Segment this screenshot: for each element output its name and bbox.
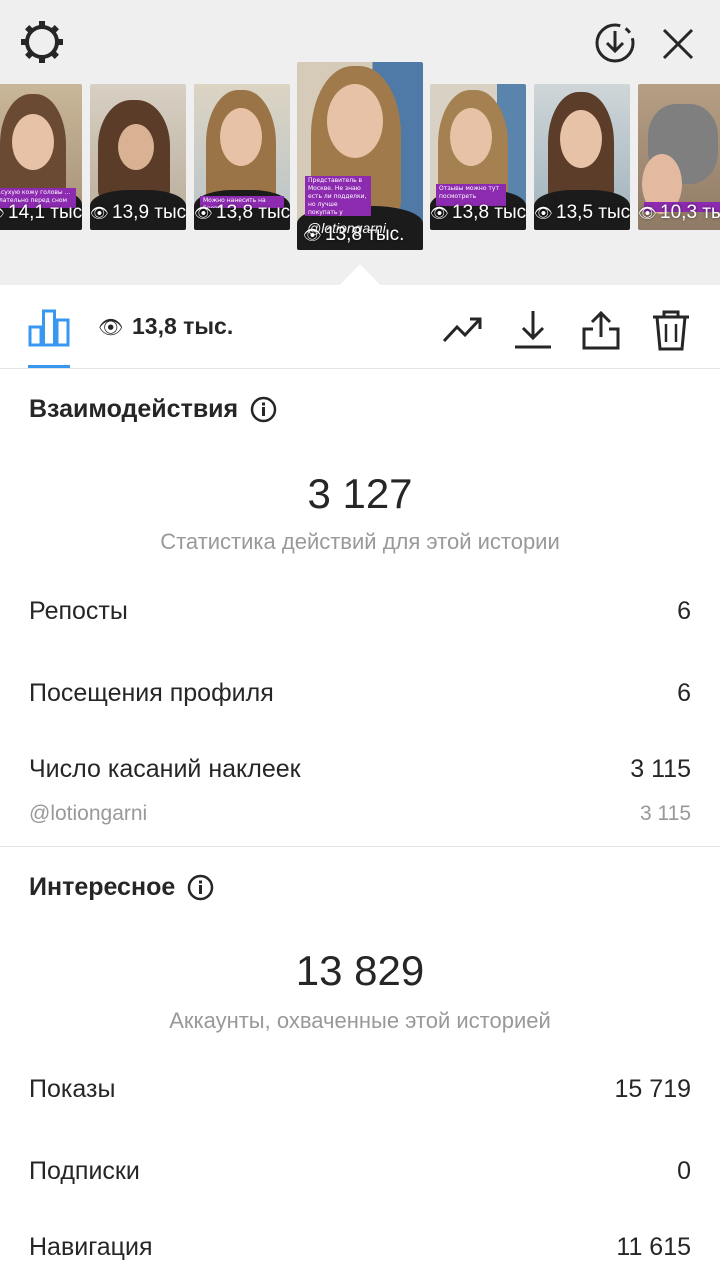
- thumbnail-views: 👁 13,8 тыс: [194, 202, 290, 223]
- settings-button[interactable]: [18, 18, 66, 66]
- story-thumbnail[interactable]: 👁 13,9 тыс: [90, 84, 186, 230]
- discovery-total: 13 829: [295, 947, 425, 994]
- download-icon: [515, 311, 551, 349]
- download-button[interactable]: [512, 309, 554, 351]
- story-thumbnail[interactable]: Можно нанесить на брови- … 👁13,8 тыс: [194, 84, 290, 230]
- bar-chart-icon: [28, 309, 70, 347]
- interactions-total: 3 127: [307, 470, 413, 517]
- stat-row-navigation: Навигация 11 615: [29, 1233, 691, 1262]
- story-thumbnails: …сухую кожу головы …плательно перед сном…: [0, 62, 720, 254]
- thumbnail-views: 👁10,3 тыс: [638, 202, 720, 223]
- stat-label: Посещения профиля: [29, 679, 274, 707]
- download-circle-icon: [595, 23, 635, 63]
- thumbnail-views: 👁 13,8 тыс: [430, 202, 526, 223]
- stat-label: Подписки: [29, 1157, 140, 1185]
- stat-row-sticker-taps: Число касаний наклеек 3 115: [29, 755, 691, 784]
- interactions-caption: Статистика действий для этой истории: [160, 529, 560, 554]
- views-count: 13,8 тыс.: [132, 313, 234, 339]
- thumbnail-views: 👁 13,9 тыс: [90, 202, 186, 223]
- story-thumbnail-active[interactable]: Представитель в Москве. Не знаю есть ли …: [297, 62, 423, 250]
- share-icon: [582, 310, 620, 350]
- save-story-button[interactable]: [592, 20, 638, 66]
- stat-label: Репосты: [29, 597, 128, 625]
- story-thumbnail[interactable]: …сухую кожу головы …плательно перед сном…: [0, 84, 82, 230]
- stat-row-profile-visits: Посещения профиля 6: [29, 679, 691, 708]
- eye-icon: 👁: [90, 205, 110, 222]
- delete-button[interactable]: [650, 309, 692, 351]
- eye-icon: 👁: [534, 205, 554, 222]
- eye-icon: 👁: [0, 204, 5, 222]
- stat-row-impressions: Показы 15 719: [29, 1075, 691, 1104]
- story-thumbnail[interactable]: 👁 13,5 тыс: [534, 84, 630, 230]
- close-button[interactable]: [656, 22, 700, 66]
- info-icon[interactable]: [250, 396, 277, 423]
- story-thumbnail[interactable]: Отзывы можно тут посмотреть 👁 13,8 тыс: [430, 84, 526, 230]
- story-strip-area: …сухую кожу головы …плательно перед сном…: [0, 0, 720, 285]
- stat-row-follows: Подписки 0: [29, 1157, 691, 1186]
- stat-value: 3 115: [630, 755, 691, 783]
- stat-value: 15 719: [614, 1075, 691, 1103]
- insights-toolbar: 👁 13,8 тыс.: [0, 285, 720, 369]
- active-thumbnail-pointer: [340, 264, 380, 285]
- story-sticker: Представитель в Москве. Не знаю есть ли …: [305, 176, 371, 216]
- settings-icon: [21, 21, 63, 63]
- stat-value: 6: [677, 679, 691, 707]
- thumbnail-views: 👁14,1 тыс: [0, 202, 82, 224]
- stat-label: Навигация: [29, 1233, 153, 1261]
- trash-icon: [653, 310, 689, 351]
- eye-icon: 👁: [303, 227, 323, 244]
- stat-value: 11 615: [616, 1233, 691, 1261]
- promote-button[interactable]: [442, 309, 484, 351]
- info-icon[interactable]: [187, 874, 214, 901]
- close-icon: [662, 28, 694, 60]
- interactions-title: Взаимодействия: [29, 395, 277, 424]
- discovery-caption: Аккаунты, охваченные этой историей: [169, 1008, 551, 1033]
- active-tab-indicator: [28, 365, 70, 368]
- stat-value: 6: [677, 597, 691, 625]
- story-thumbnail[interactable]: … 👁10,3 тыс: [638, 84, 720, 230]
- stat-row-mention-taps[interactable]: @lotiongarni 3 115: [29, 802, 691, 826]
- section-divider: [0, 846, 720, 847]
- stat-value: 0: [677, 1157, 691, 1185]
- stat-label: Показы: [29, 1075, 116, 1103]
- thumbnail-views: 👁 13,5 тыс: [534, 202, 630, 223]
- mention-label: @lotiongarni: [29, 802, 148, 825]
- stat-label: Число касаний наклеек: [29, 755, 301, 783]
- insights-tab[interactable]: [28, 307, 70, 347]
- trending-icon: [442, 317, 482, 343]
- eye-icon: 👁: [194, 205, 214, 222]
- eye-icon: 👁: [98, 317, 124, 339]
- eye-icon: 👁: [430, 205, 450, 222]
- stat-row-reposts: Репосты 6: [29, 597, 691, 626]
- eye-icon: 👁: [638, 205, 658, 222]
- mention-value: 3 115: [640, 802, 691, 825]
- discovery-title: Интересное: [29, 873, 214, 902]
- thumbnail-views: 👁 13,8 тыс.: [303, 224, 405, 245]
- share-button[interactable]: [580, 309, 622, 351]
